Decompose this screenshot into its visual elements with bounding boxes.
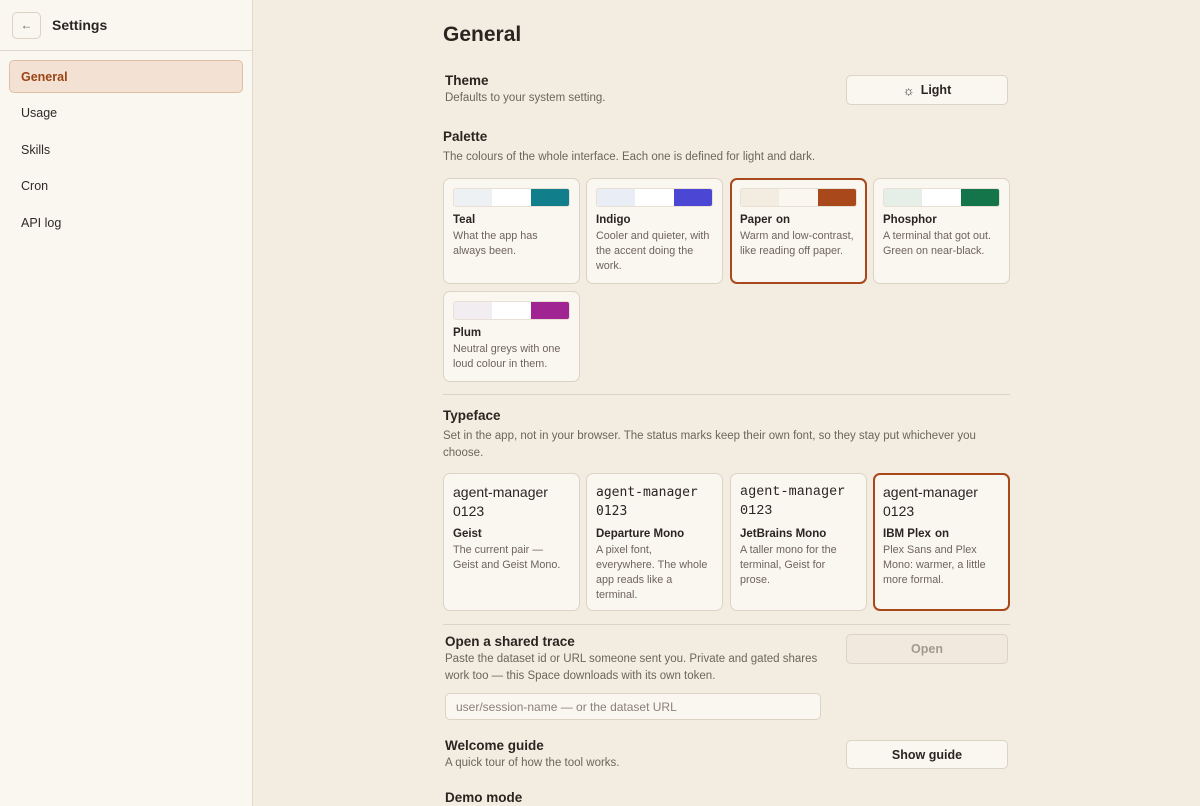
palette-option-teal[interactable]: Teal What the app has always been. <box>443 178 580 284</box>
typeface-option-desc: The current pair — Geist and Geist Mono. <box>453 544 561 571</box>
palette-option-desc: Warm and low-contrast, like reading off … <box>740 230 854 257</box>
typeface-option-name: JetBrains Mono <box>740 528 827 540</box>
swatch <box>454 189 493 206</box>
sidebar-item-usage[interactable]: Usage <box>9 97 243 130</box>
open-trace-button-label: Open <box>911 642 943 656</box>
palette-option-name: Teal <box>453 214 476 226</box>
typeface-option-name: Departure Mono <box>596 528 685 540</box>
palette-swatches <box>883 188 1000 207</box>
trace-title: Open a shared trace <box>445 634 575 649</box>
font-sample-digits: 0123 <box>740 504 773 519</box>
swatch <box>884 189 923 206</box>
palette-option-indigo[interactable]: Indigo Cooler and quieter, with the acce… <box>586 178 723 284</box>
swatch <box>779 189 818 206</box>
theme-title: Theme <box>445 73 489 88</box>
trace-input[interactable] <box>445 693 821 720</box>
selected-badge: on <box>934 528 949 540</box>
swatch <box>530 189 569 206</box>
swatch <box>960 189 999 206</box>
typeface-option-desc: A taller mono for the terminal, Geist fo… <box>740 544 837 586</box>
guide-title: Welcome guide <box>445 738 544 753</box>
typeface-option-desc: A pixel font, everywhere. The whole app … <box>596 544 708 601</box>
palette-swatches <box>740 188 857 207</box>
typeface-option-name: IBM Plex <box>883 528 931 540</box>
swatch <box>673 189 712 206</box>
sidebar: ← Settings General Usage Skills Cron API… <box>0 0 253 806</box>
font-sample-digits: 0123 <box>453 503 485 519</box>
sidebar-item-cron[interactable]: Cron <box>9 170 243 203</box>
back-button[interactable]: ← <box>12 11 41 39</box>
sidebar-title: Settings <box>52 17 108 33</box>
show-guide-button[interactable]: Show guide <box>846 740 1008 769</box>
typeface-option-departure-mono[interactable]: agent-manager 0123 Departure Mono A pixe… <box>586 473 723 611</box>
swatch <box>597 189 636 206</box>
typeface-title: Typeface <box>443 408 501 423</box>
palette-option-name-row: Paper on <box>740 214 857 226</box>
guide-section: Welcome guide A quick tour of how the to… <box>445 738 620 772</box>
palette-desc: The colours of the whole interface. Each… <box>443 151 816 163</box>
font-sample-text: agent-manager <box>740 485 846 500</box>
swatch <box>492 189 531 206</box>
palette-swatches <box>453 188 570 207</box>
sidebar-header: ← Settings <box>0 0 252 51</box>
arrow-left-icon: ← <box>20 18 33 32</box>
palette-title: Palette <box>443 129 488 144</box>
page-title: General <box>443 23 522 46</box>
typeface-option-desc: Plex Sans and Plex Mono: warmer, a littl… <box>883 544 986 586</box>
palette-option-desc: Neutral greys with one loud colour in th… <box>453 343 561 370</box>
swatch <box>635 189 674 206</box>
palette-option-phosphor[interactable]: Phosphor A terminal that got out. Green … <box>873 178 1010 284</box>
sidebar-item-general[interactable]: General <box>9 60 243 93</box>
divider <box>443 624 1010 625</box>
swatch <box>454 302 493 319</box>
swatch <box>817 189 856 206</box>
palette-header: Palette The colours of the whole interfa… <box>443 129 815 166</box>
palette-option-desc: What the app has always been. <box>453 230 538 257</box>
theme-section: Theme Defaults to your system setting. <box>445 73 605 107</box>
sidebar-item-skills[interactable]: Skills <box>9 133 243 166</box>
theme-desc: Defaults to your system setting. <box>445 92 606 104</box>
palette-option-paper[interactable]: Paper on Warm and low-contrast, like read… <box>730 178 867 284</box>
swatch <box>492 302 531 319</box>
divider <box>443 394 1010 395</box>
typeface-option-name-row: IBM Plex on <box>883 528 1000 540</box>
swatch <box>530 302 569 319</box>
palette-swatches <box>596 188 713 207</box>
typeface-option-ibm-plex[interactable]: agent-manager 0123 IBM Plex on Plex Sans … <box>873 473 1010 611</box>
swatch <box>922 189 961 206</box>
theme-button[interactable]: ☼ Light <box>846 75 1008 105</box>
palette-option-plum[interactable]: Plum Neutral greys with one loud colour … <box>443 291 580 382</box>
font-sample-digits: 0123 <box>883 503 915 519</box>
swatch <box>741 189 780 206</box>
show-guide-button-label: Show guide <box>891 747 963 762</box>
open-trace-button[interactable]: Open <box>846 634 1008 664</box>
palette-option-name: Indigo <box>596 214 631 226</box>
theme-button-label: Light <box>920 83 952 97</box>
font-sample-text: agent-manager <box>453 484 548 500</box>
font-sample-digits: 0123 <box>596 504 628 519</box>
demo-title: Demo mode <box>445 790 523 805</box>
sun-icon: ☼ <box>902 82 915 98</box>
selected-badge: on <box>775 214 791 226</box>
sidebar-item-api-log[interactable]: API log <box>9 206 243 239</box>
typeface-option-geist[interactable]: agent-manager 0123 Geist The current pai… <box>443 473 580 611</box>
palette-option-desc: Cooler and quieter, with the accent doin… <box>596 230 710 272</box>
typeface-desc: Set in the app, not in your browser. The… <box>443 430 976 459</box>
palette-option-name: Phosphor <box>883 214 937 226</box>
palette-option-name: Plum <box>453 327 482 339</box>
font-sample-text: agent-manager <box>883 484 978 500</box>
trace-section: Open a shared trace Paste the dataset id… <box>445 634 825 685</box>
typeface-option-jetbrains-mono[interactable]: agent-manager 0123 JetBrains Mono A tall… <box>730 473 867 611</box>
font-sample-text: agent-manager <box>596 485 698 500</box>
trace-desc: Paste the dataset id or URL someone sent… <box>445 653 818 682</box>
palette-option-desc: A terminal that got out. Green on near-b… <box>883 230 992 257</box>
guide-desc: A quick tour of how the tool works. <box>445 757 620 769</box>
palette-swatches <box>453 301 570 320</box>
sidebar-nav: General Usage Skills Cron API log <box>0 51 252 239</box>
palette-option-name: Paper <box>740 214 772 226</box>
typeface-option-name: Geist <box>453 528 482 540</box>
typeface-header: Typeface Set in the app, not in your bro… <box>443 408 1010 462</box>
